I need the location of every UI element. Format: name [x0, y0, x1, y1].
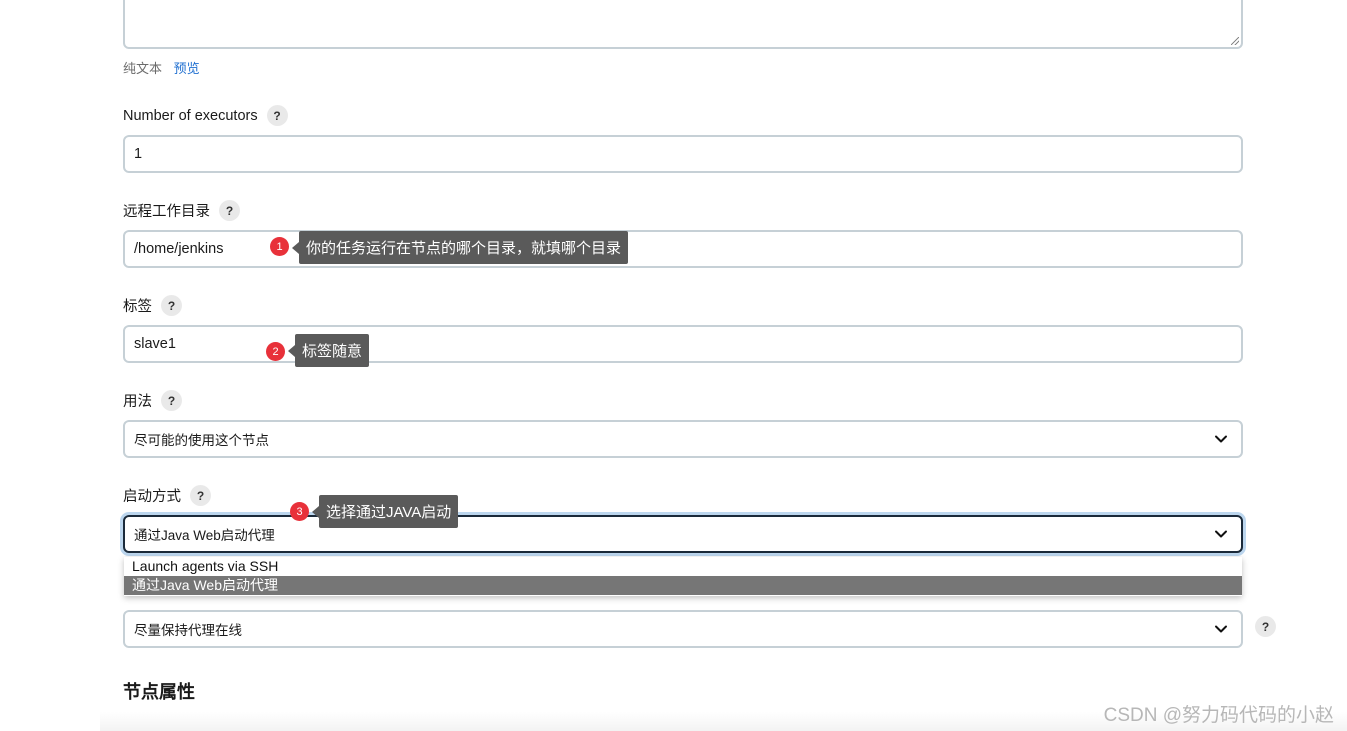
description-textarea[interactable] — [123, 0, 1243, 49]
usage-selected: 尽可能的使用这个节点 — [134, 433, 269, 448]
labels-label-row: 标签 ? — [123, 295, 182, 316]
annotation-badge-1: 1 — [270, 237, 289, 256]
dropdown-option-ssh[interactable]: Launch agents via SSH — [124, 557, 1242, 576]
executors-label-row: Number of executors ? — [123, 105, 288, 126]
node-properties-title: 节点属性 — [123, 682, 195, 702]
chevron-down-icon — [1215, 530, 1227, 538]
annotation-badge-3: 3 — [290, 502, 309, 521]
launch-method-label-row: 启动方式 ? — [123, 485, 211, 506]
remote-dir-label: 远程工作目录 — [123, 204, 210, 220]
executors-value: 1 — [134, 146, 143, 162]
annotation-tip-3: 选择通过JAVA启动 — [311, 495, 459, 528]
labels-input[interactable]: slave1 — [123, 325, 1243, 363]
executors-input[interactable]: 1 — [123, 135, 1243, 173]
usage-select[interactable]: 尽可能的使用这个节点 — [123, 420, 1243, 458]
labels-help-icon[interactable]: ? — [161, 295, 182, 316]
usage-help-icon[interactable]: ? — [161, 390, 182, 411]
chevron-down-icon — [1215, 435, 1227, 443]
watermark: CSDN @努力码代码的小赵 — [1103, 705, 1334, 726]
availability-selected: 尽量保持代理在线 — [134, 623, 242, 638]
launch-method-help-icon[interactable]: ? — [190, 485, 211, 506]
usage-label: 用法 — [123, 394, 152, 410]
remote-dir-help-icon[interactable]: ? — [219, 200, 240, 221]
format-plain-label: 纯文本 — [123, 61, 163, 76]
labels-label: 标签 — [123, 299, 152, 315]
availability-select[interactable]: 尽量保持代理在线 — [123, 610, 1243, 648]
remote-dir-input[interactable]: /home/jenkins — [123, 230, 1243, 268]
resize-handle[interactable] — [1231, 37, 1239, 45]
launch-method-label: 启动方式 — [123, 489, 181, 505]
chevron-down-icon — [1215, 625, 1227, 633]
remote-dir-label-row: 远程工作目录 ? — [123, 200, 240, 221]
annotation-tip-1: 你的任务运行在节点的哪个目录，就填哪个目录 — [291, 231, 629, 264]
dropdown-option-java-web[interactable]: 通过Java Web启动代理 — [124, 576, 1242, 595]
usage-label-row: 用法 ? — [123, 390, 182, 411]
executors-help-icon[interactable]: ? — [266, 105, 288, 126]
launch-method-selected: 通过Java Web启动代理 — [134, 528, 275, 543]
executors-label: Number of executors — [123, 107, 258, 124]
launch-method-dropdown: Launch agents via SSH 通过Java Web启动代理 — [124, 557, 1242, 596]
format-preview-link[interactable]: 预览 — [174, 61, 200, 76]
annotation-badge-2: 2 — [266, 342, 285, 361]
remote-dir-value: /home/jenkins — [134, 241, 224, 257]
launch-method-select[interactable]: 通过Java Web启动代理 — [123, 515, 1243, 553]
annotation-tip-2: 标签随意 — [287, 334, 370, 367]
format-toggle: 纯文本 预览 — [123, 58, 200, 77]
availability-help-icon[interactable]: ? — [1255, 616, 1276, 637]
labels-value: slave1 — [134, 336, 176, 352]
